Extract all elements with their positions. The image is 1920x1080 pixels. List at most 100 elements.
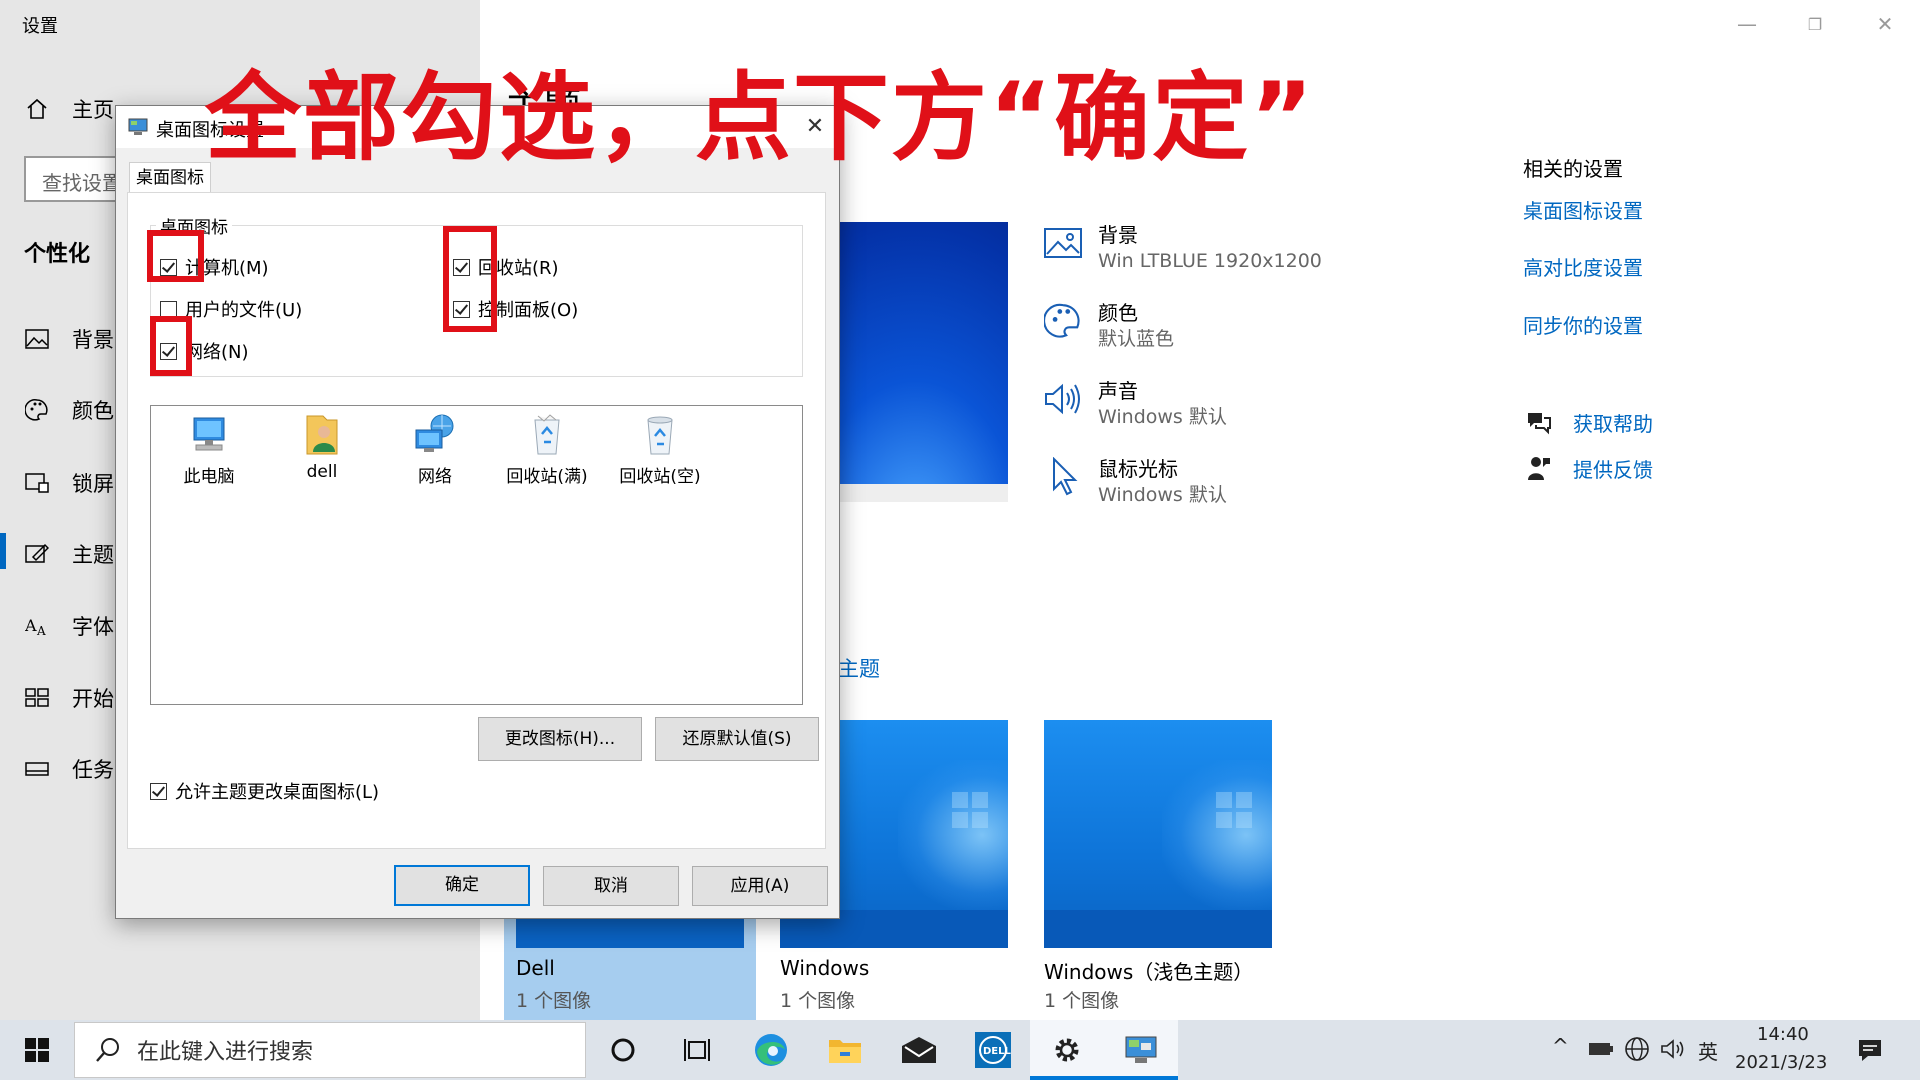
- give-feedback-label: 提供反馈: [1573, 458, 1653, 482]
- dell-icon: DELL: [975, 1032, 1011, 1068]
- restore-default-button[interactable]: 还原默认值(S): [655, 717, 819, 761]
- action-center-icon[interactable]: [1856, 1036, 1884, 1064]
- instruction-annotation: 全部勾选，点下方“确定”: [205, 62, 1316, 174]
- apply-button[interactable]: 应用(A): [692, 866, 828, 906]
- checkbox-allow-themes[interactable]: 允许主题更改桌面图标(L): [150, 778, 379, 804]
- window-close-button[interactable]: ✕: [1862, 8, 1908, 40]
- tile-floor: [1044, 910, 1272, 948]
- picture-icon: [1042, 222, 1084, 264]
- icon-item-network[interactable]: 网络: [385, 412, 485, 487]
- property-cursor[interactable]: 鼠标光标 Windows 默认: [1042, 456, 1227, 508]
- section-title: 个性化: [24, 242, 91, 267]
- property-title: 背景: [1098, 223, 1138, 247]
- highlight-box-network: [150, 316, 192, 376]
- restore-icon: ❐: [1807, 14, 1823, 34]
- ok-button[interactable]: 确定: [394, 865, 530, 906]
- change-icon-button[interactable]: 更改图标(H)...: [478, 717, 642, 761]
- more-themes-link[interactable]: 主题: [838, 653, 880, 683]
- tab-desktop-icons[interactable]: 桌面图标: [129, 162, 211, 193]
- theme-icon: [22, 543, 52, 565]
- theme-count: 1 个图像: [516, 986, 591, 1013]
- taskbar-edge[interactable]: [734, 1020, 808, 1080]
- app-title: 设置: [22, 16, 58, 37]
- theme-count: 1 个图像: [780, 986, 855, 1013]
- recycle-bin-empty-icon: [647, 416, 673, 455]
- cursor-icon: [1042, 456, 1084, 498]
- close-icon: ✕: [1876, 12, 1894, 36]
- checkbox-box[interactable]: [160, 300, 177, 318]
- cancel-button[interactable]: 取消: [543, 866, 679, 906]
- highlight-box-recycle-control: [443, 226, 497, 332]
- icon-preview-list[interactable]: 此电脑 dell 网络 回收站(满) 回收站(空): [150, 405, 803, 705]
- theme-count-label: 1 个图像: [780, 990, 856, 1012]
- checkbox-label: 用户的文件(U): [185, 300, 303, 321]
- settings-icon: [1055, 1038, 1079, 1062]
- theme-name-label: Dell: [516, 956, 555, 980]
- icon-item-recycle-bin-empty[interactable]: 回收站(空): [610, 412, 710, 487]
- desktop-icon-settings-icon: [128, 118, 148, 135]
- checkbox-label: 允许主题更改桌面图标(L): [175, 782, 380, 803]
- theme-tile-windows-light[interactable]: [1044, 720, 1272, 948]
- taskbar-mail[interactable]: [882, 1020, 956, 1080]
- link-sync-settings[interactable]: 同步你的设置: [1523, 310, 1643, 339]
- theme-count: 1 个图像: [1044, 986, 1119, 1013]
- theme-name: Dell: [516, 956, 555, 980]
- icon-item-recycle-bin-full[interactable]: 回收站(满): [497, 412, 597, 487]
- sidebar-item-label: 字体: [72, 615, 114, 639]
- lockscreen-icon: [22, 472, 52, 494]
- volume-icon[interactable]: [1660, 1038, 1686, 1060]
- property-title: 鼠标光标: [1098, 457, 1178, 481]
- palette-icon: [22, 398, 52, 422]
- taskbar-settings[interactable]: [1030, 1020, 1104, 1080]
- start-icon: [22, 688, 52, 708]
- minimize-icon: —: [1737, 12, 1757, 36]
- property-background[interactable]: 背景 Win LTBLUE 1920x1200: [1042, 222, 1322, 274]
- taskbar-task-view[interactable]: [660, 1020, 734, 1080]
- checkbox-label: 网络(N): [185, 342, 249, 363]
- taskbar-dell[interactable]: DELL: [956, 1020, 1030, 1080]
- svg-text:A: A: [25, 616, 37, 635]
- property-colors[interactable]: 颜色 默认蓝色: [1042, 300, 1174, 352]
- tile-glow: [898, 760, 1008, 910]
- picture-icon: [22, 329, 52, 349]
- taskbar-search-placeholder: 在此键入进行搜索: [137, 1040, 314, 1065]
- clock-time[interactable]: 14:40: [1757, 1024, 1809, 1045]
- windows-start-icon: [25, 1038, 49, 1062]
- related-settings-title: 相关的设置: [1523, 157, 1623, 181]
- speaker-icon: [1042, 378, 1084, 420]
- property-sounds[interactable]: 声音 Windows 默认: [1042, 378, 1227, 430]
- taskbar-cortana[interactable]: [586, 1020, 660, 1080]
- checkbox-box[interactable]: [150, 782, 167, 800]
- start-button[interactable]: [0, 1020, 74, 1080]
- property-value: Windows 默认: [1098, 484, 1227, 506]
- maximize-button[interactable]: ❐: [1792, 8, 1838, 40]
- minimize-button[interactable]: —: [1724, 8, 1770, 40]
- property-title: 颜色: [1098, 301, 1138, 325]
- link-desktop-icon-settings[interactable]: 桌面图标设置: [1523, 195, 1643, 224]
- sidebar-item-label: 开始: [72, 687, 114, 711]
- theme-name: Windows: [780, 956, 869, 980]
- link-high-contrast-settings[interactable]: 高对比度设置: [1523, 252, 1643, 281]
- svg-text:A: A: [36, 624, 46, 637]
- battery-icon[interactable]: [1588, 1040, 1614, 1058]
- file-explorer-icon: [829, 1040, 861, 1063]
- nav-home-label: 主页: [72, 98, 114, 122]
- network-globe-icon[interactable]: [1624, 1036, 1650, 1062]
- taskbar-file-explorer[interactable]: [808, 1020, 882, 1080]
- get-help-link[interactable]: 获取帮助: [1523, 408, 1653, 437]
- icon-label: 回收站(空): [619, 467, 701, 487]
- task-view-icon: [684, 1039, 710, 1061]
- icon-item-this-pc[interactable]: 此电脑: [159, 412, 259, 487]
- theme-name-label: Windows: [780, 956, 870, 980]
- sidebar-item-label: 背景: [72, 328, 114, 352]
- sidebar-item-label: 颜色: [72, 399, 114, 423]
- edge-icon: [755, 1034, 787, 1066]
- give-feedback-link[interactable]: 提供反馈: [1523, 454, 1653, 483]
- taskbar-search-box[interactable]: 在此键入进行搜索: [74, 1022, 586, 1078]
- property-value: 默认蓝色: [1098, 328, 1175, 350]
- taskbar-desktop-icon-settings[interactable]: [1104, 1020, 1178, 1080]
- icon-item-dell[interactable]: dell: [272, 412, 372, 482]
- tray-show-hidden-icons[interactable]: ^: [1552, 1034, 1569, 1058]
- clock-date[interactable]: 2021/3/23: [1735, 1052, 1827, 1073]
- ime-indicator[interactable]: 英: [1698, 1036, 1718, 1065]
